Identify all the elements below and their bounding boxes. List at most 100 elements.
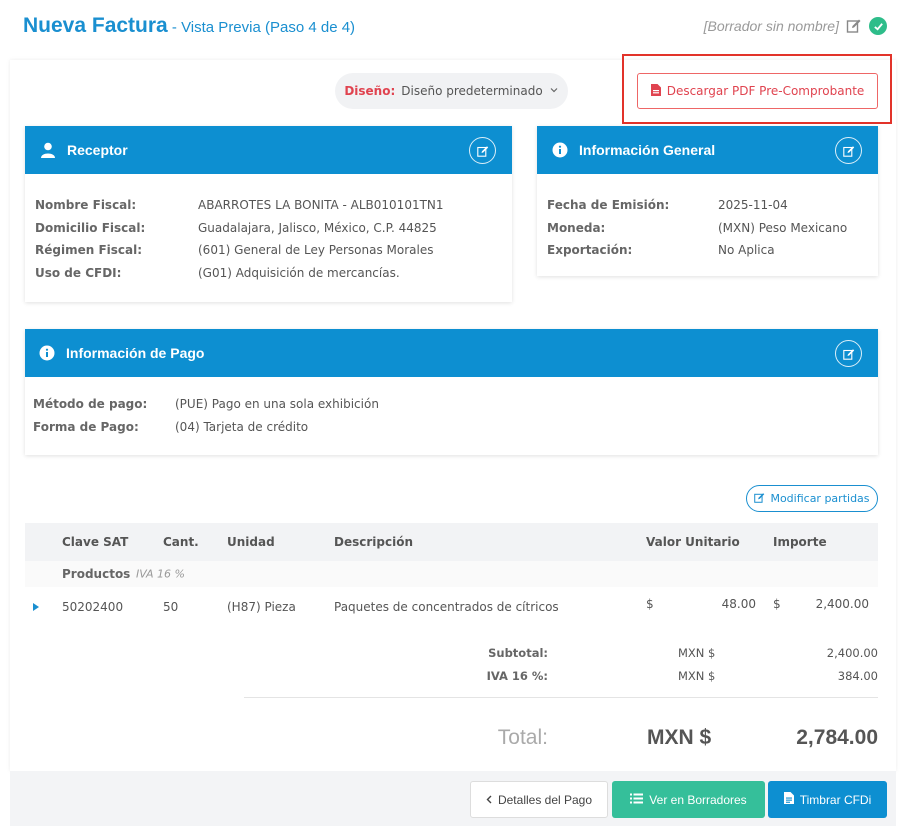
group-name: Productos	[62, 567, 131, 581]
edit-icon	[476, 145, 488, 157]
item-importe: 2,400.00	[815, 597, 869, 611]
row-value: (MXN) Peso Mexicano	[718, 220, 848, 235]
total-value: 2,784.00	[796, 726, 878, 749]
row-value: Guadalajara, Jalisco, México, C.P. 44825	[198, 220, 437, 235]
payment-row: Forma de Pago: (04) Tarjeta de crédito	[33, 416, 870, 439]
col-unidad: Unidad	[227, 535, 275, 549]
group-tax: IVA 16 %	[136, 567, 185, 581]
receptor-header: Receptor	[25, 126, 512, 174]
general-info-header: Información General	[537, 126, 878, 174]
expand-caret-icon[interactable]	[33, 600, 39, 614]
subtotal-value: 2,400.00	[826, 646, 878, 660]
row-key: Fecha de Emisión:	[547, 198, 670, 213]
list-icon	[630, 793, 644, 807]
edit-icon	[754, 492, 765, 506]
subtotal-label: Subtotal:	[488, 646, 548, 660]
receptor-row: Domicilio Fiscal: Guadalajara, Jalisco, M…	[35, 217, 502, 240]
row-key: Método de pago:	[33, 397, 148, 412]
row-value: ABARROTES LA BONITA - ALB010101TN1	[198, 198, 444, 213]
row-value: (PUE) Pago en una sola exhibición	[175, 397, 379, 412]
total-currency: MXN $	[647, 726, 712, 749]
modify-items-label: Modificar partidas	[770, 492, 870, 505]
design-value: Diseño predeterminado	[401, 84, 543, 98]
page-title: Nueva Factura - Vista Previa (Paso 4 de …	[23, 14, 355, 38]
iva-currency: MXN $	[678, 669, 716, 683]
info-icon	[38, 344, 56, 362]
payment-details-label: Detalles del Pago	[497, 792, 593, 807]
edit-icon	[842, 145, 854, 157]
receptor-panel: Receptor Nombre Fiscal: ABARROTES LA BONI…	[25, 126, 512, 302]
table-row[interactable]: 50202400 50 (H87) Pieza Paquetes de conc…	[25, 587, 878, 627]
row-value: 2025-11-04	[718, 198, 788, 213]
row-key: Nombre Fiscal:	[35, 198, 137, 213]
design-label: Diseño:	[344, 84, 396, 98]
item-unidad: (H87) Pieza	[227, 600, 296, 614]
check-circle-icon	[869, 17, 887, 35]
subtotal-currency: MXN $	[678, 646, 716, 660]
edit-general-info-button[interactable]	[835, 137, 862, 164]
item-clave: 50202400	[62, 600, 124, 614]
general-info-panel: Información General Fecha de Emisión: 202…	[537, 126, 878, 276]
edit-draft-name-icon[interactable]	[845, 17, 863, 35]
general-row: Moneda: (MXN) Peso Mexicano	[547, 217, 868, 240]
payment-row: Método de pago: (PUE) Pago en una sola ex…	[33, 393, 870, 416]
row-value: (601) General de Ley Personas Morales	[198, 243, 434, 258]
item-descripcion: Paquetes de concentrados de cítricos	[334, 600, 559, 614]
payment-info-title: Información de Pago	[66, 345, 205, 361]
user-icon	[39, 141, 57, 159]
page-title-text: Nueva Factura	[23, 14, 168, 37]
col-clave-sat: Clave SAT	[62, 535, 129, 549]
download-pdf-button[interactable]: Descargar PDF Pre-Comprobante	[637, 73, 878, 109]
totals-divider	[244, 697, 878, 698]
row-key: Régimen Fiscal:	[35, 243, 143, 258]
row-key: Uso de CFDI:	[35, 265, 122, 280]
download-pdf-label: Descargar PDF Pre-Comprobante	[666, 84, 865, 98]
stamp-cfdi-label: Timbrar CFDi	[799, 792, 872, 807]
receptor-title: Receptor	[67, 142, 128, 158]
row-key: Forma de Pago:	[33, 419, 139, 434]
chevron-down-icon	[549, 84, 559, 98]
item-vu-currency: $	[646, 597, 654, 611]
receptor-row: Nombre Fiscal: ABARROTES LA BONITA - ALB0…	[35, 194, 502, 217]
row-value: (G01) Adquisición de mercancías.	[198, 265, 400, 280]
modify-items-button[interactable]: Modificar partidas	[746, 485, 878, 512]
payment-info-header: Información de Pago	[25, 329, 878, 377]
payment-details-button[interactable]: Detalles del Pago	[470, 781, 608, 818]
iva-value: 384.00	[837, 669, 878, 683]
group-row-productos: Productos IVA 16 %	[25, 561, 878, 587]
total-label: Total:	[497, 726, 548, 749]
chevron-left-icon	[486, 793, 492, 807]
col-cant: Cant.	[163, 535, 199, 549]
row-key: Domicilio Fiscal:	[35, 220, 146, 235]
edit-payment-info-button[interactable]	[835, 340, 862, 367]
iva-label: IVA 16 %:	[486, 669, 548, 683]
general-info-rows: Fecha de Emisión: 2025-11-04 Moneda: (MXN)…	[537, 174, 878, 276]
row-value: (04) Tarjeta de crédito	[175, 419, 309, 434]
receptor-row: Régimen Fiscal: (601) General de Ley Pers…	[35, 239, 502, 262]
draft-name: [Borrador sin nombre]	[703, 18, 839, 34]
row-value: No Aplica	[718, 243, 775, 258]
general-row: Exportación: No Aplica	[547, 239, 868, 262]
view-drafts-button[interactable]: Ver en Borradores	[612, 781, 765, 818]
item-cant: 50	[163, 600, 179, 614]
receptor-rows: Nombre Fiscal: ABARROTES LA BONITA - ALB0…	[25, 174, 512, 298]
col-importe: Importe	[773, 535, 827, 549]
general-info-title: Información General	[579, 142, 716, 158]
general-row: Fecha de Emisión: 2025-11-04	[547, 194, 868, 217]
info-icon	[551, 141, 569, 159]
page-subtitle: - Vista Previa (Paso 4 de 4)	[167, 19, 356, 36]
receptor-row: Uso de CFDI: (G01) Adquisición de mercanc…	[35, 262, 502, 285]
items-table-header: Clave SAT Cant. Unidad Descripción Valor…	[25, 523, 878, 561]
item-importe-currency: $	[773, 597, 781, 611]
view-drafts-label: Ver en Borradores	[649, 792, 747, 807]
payment-info-rows: Método de pago: (PUE) Pago en una sola ex…	[25, 377, 878, 454]
item-vu: 48.00	[721, 597, 756, 611]
row-key: Exportación:	[547, 243, 633, 258]
row-key: Moneda:	[547, 220, 606, 235]
design-selector[interactable]: Diseño: Diseño predeterminado	[335, 73, 568, 109]
col-descripcion: Descripción	[334, 535, 413, 549]
stamp-cfdi-button[interactable]: Timbrar CFDi	[768, 781, 887, 818]
edit-receptor-button[interactable]	[469, 137, 496, 164]
pdf-file-icon	[650, 83, 661, 99]
col-valor-unitario: Valor Unitario	[646, 535, 740, 549]
